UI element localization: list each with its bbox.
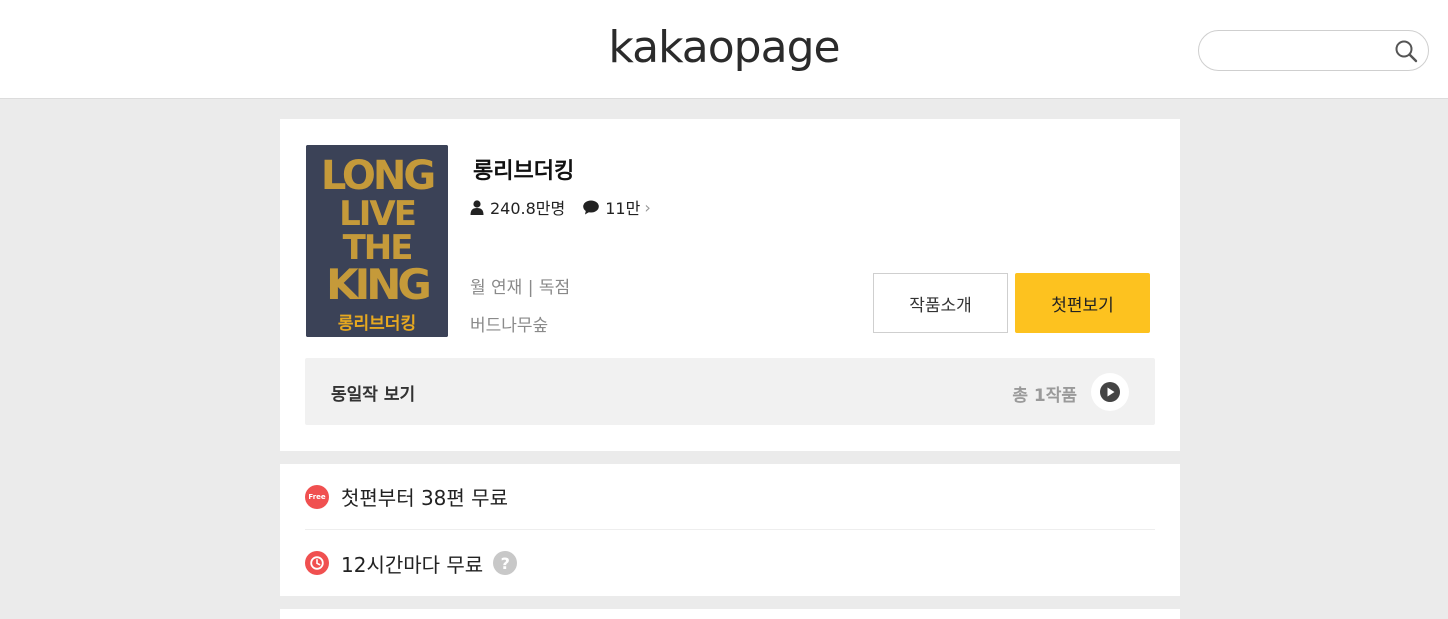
clock-icon bbox=[305, 551, 329, 575]
work-schedule: 월 연재 | 독점 bbox=[470, 278, 571, 298]
search-box[interactable] bbox=[1198, 30, 1429, 71]
help-icon[interactable]: ? bbox=[493, 551, 518, 575]
wait-free-label: 12시간마다 무료 bbox=[341, 552, 484, 577]
work-stats: 240.8만명 11만 › bbox=[470, 195, 651, 219]
free-info-card: Free 첫편부터 38편 무료 12시간마다 무료 ? bbox=[280, 464, 1180, 596]
same-works-play-button[interactable] bbox=[1091, 373, 1129, 411]
free-episodes-label: 첫편부터 38편 무료 bbox=[341, 486, 508, 510]
work-info-card: LONG LIVE THE KING 롱리브더킹 롱리브더킹 240.8만명 1… bbox=[280, 119, 1180, 451]
play-circle-icon bbox=[1100, 382, 1120, 402]
comments-stat[interactable]: 11만 › bbox=[583, 195, 651, 219]
same-works-bar[interactable]: 동일작 보기 총 1작품 bbox=[305, 358, 1155, 425]
free-badge-text: Free bbox=[308, 492, 326, 501]
views-stat: 240.8만명 bbox=[470, 195, 565, 219]
wait-free-row: 12시간마다 무료 ? bbox=[305, 530, 1155, 596]
views-count: 240.8만명 bbox=[490, 199, 566, 218]
chevron-right-icon: › bbox=[644, 197, 651, 217]
search-input[interactable] bbox=[1213, 39, 1383, 63]
cover-text-line-1: LONG bbox=[321, 153, 434, 199]
comments-count: 11만 bbox=[605, 199, 641, 218]
same-works-count: 총 1작품 bbox=[1012, 386, 1077, 406]
comment-icon bbox=[583, 200, 600, 214]
free-from-first-row: Free 첫편부터 38편 무료 bbox=[305, 464, 1155, 530]
work-author[interactable]: 버드나무숲 bbox=[470, 311, 548, 336]
next-card-edge bbox=[280, 609, 1180, 619]
work-cover-image[interactable]: LONG LIVE THE KING 롱리브더킹 bbox=[306, 145, 448, 337]
top-bar: kakaopage bbox=[0, 0, 1448, 99]
free-badge-icon: Free bbox=[305, 484, 329, 509]
same-works-label: 동일작 보기 bbox=[331, 385, 416, 405]
person-icon bbox=[470, 199, 484, 215]
work-title: 롱리브더킹 bbox=[473, 159, 575, 184]
search-icon[interactable] bbox=[1394, 39, 1418, 63]
work-intro-button[interactable]: 작품소개 bbox=[873, 273, 1008, 333]
first-episode-button[interactable]: 첫편보기 bbox=[1015, 273, 1150, 333]
cover-subtitle: 롱리브더킹 bbox=[338, 314, 416, 334]
cover-text-line-4: KING bbox=[326, 260, 429, 309]
